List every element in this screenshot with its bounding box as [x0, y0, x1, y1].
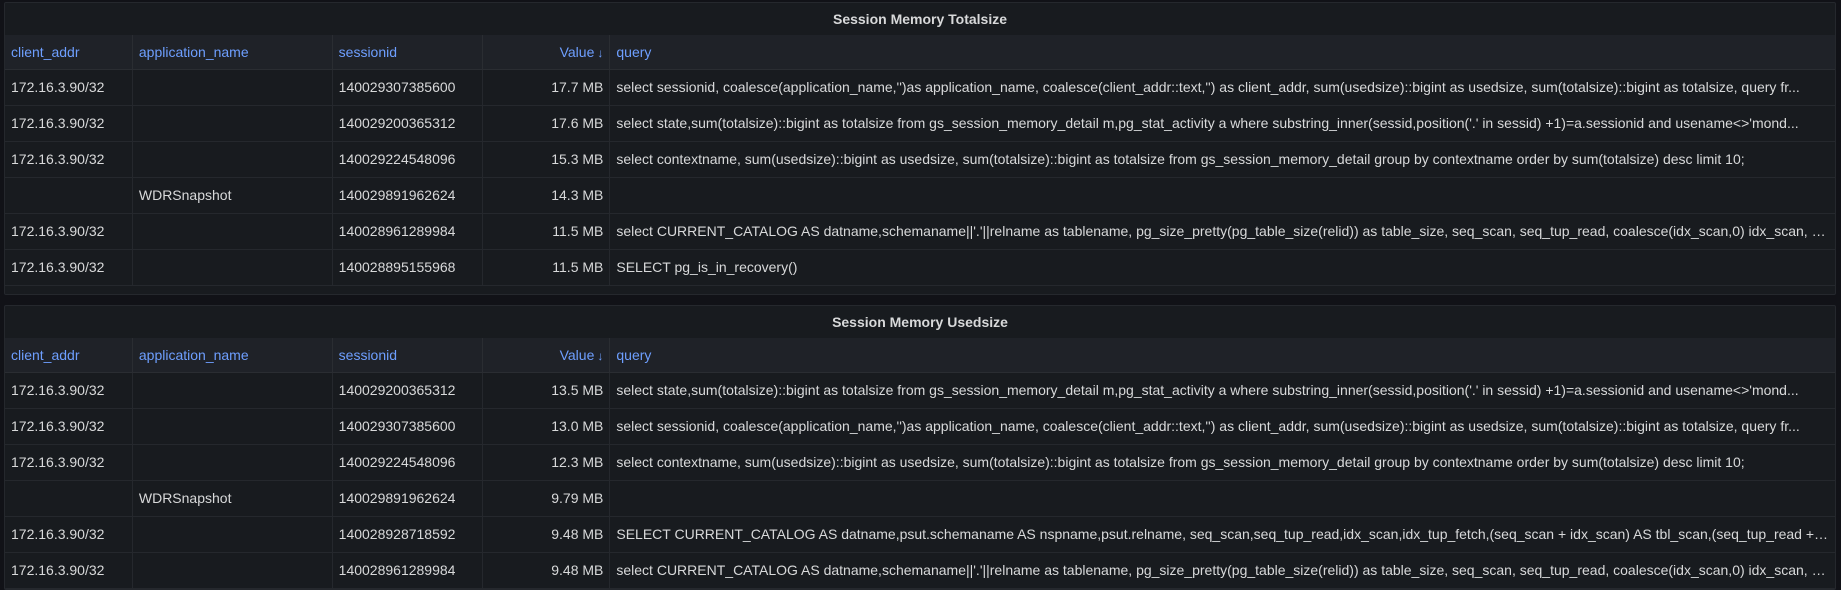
- query-cell: select state,sum(totalsize)::bigint as t…: [616, 115, 1799, 131]
- client-addr-cell: 172.16.3.90/32: [5, 409, 133, 444]
- column-header-client-addr[interactable]: client_addr: [5, 338, 133, 372]
- application-name-cell: WDRSnapshot: [133, 481, 333, 516]
- sessionid-cell: 140029307385600: [333, 70, 483, 105]
- table-row: 172.16.3.90/32 140029224548096 15.3 MB sele…: [5, 142, 1835, 178]
- query-cell: select state,sum(totalsize)::bigint as t…: [616, 382, 1799, 398]
- application-name-cell: [133, 445, 333, 480]
- application-name-cell: [133, 214, 333, 249]
- query-cell: [610, 481, 1835, 516]
- table-body: 172.16.3.90/32 140029200365312 13.5 MB sele…: [5, 373, 1835, 589]
- client-addr-cell: 172.16.3.90/32: [5, 214, 133, 249]
- table-row: 172.16.3.90/32 140029200365312 17.6 MB sele…: [5, 106, 1835, 142]
- client-addr-cell: 172.16.3.90/32: [5, 445, 133, 480]
- table-body: 172.16.3.90/32 140029307385600 17.7 MB sele…: [5, 70, 1835, 286]
- session-memory-usedsize-panel: Session Memory Usedsize client_addr appl…: [4, 305, 1836, 590]
- table-row: 172.16.3.90/32 140029224548096 12.3 MB sele…: [5, 445, 1835, 481]
- query-cell: select sessionid, coalesce(application_n…: [616, 79, 1800, 95]
- sessionid-cell: 140029891962624: [333, 481, 483, 516]
- column-header-query[interactable]: query: [610, 35, 1835, 69]
- value-cell: 9.48 MB: [483, 553, 611, 588]
- value-cell: 13.0 MB: [483, 409, 611, 444]
- value-cell: 15.3 MB: [483, 142, 611, 177]
- application-name-cell: [133, 70, 333, 105]
- value-cell: 14.3 MB: [483, 178, 611, 213]
- table-header: client_addr application_name sessionid V…: [5, 35, 1835, 70]
- application-name-cell: [133, 250, 333, 285]
- value-cell: 17.6 MB: [483, 106, 611, 141]
- client-addr-cell: 172.16.3.90/32: [5, 517, 133, 552]
- value-cell: 11.5 MB: [483, 250, 611, 285]
- sort-descending-icon: ↓: [597, 349, 604, 363]
- value-cell: 12.3 MB: [483, 445, 611, 480]
- application-name-cell: [133, 517, 333, 552]
- query-cell: SELECT CURRENT_CATALOG AS datname,psut.s…: [616, 526, 1835, 542]
- column-header-value-label: Value: [559, 44, 595, 60]
- sessionid-cell: 140029200365312: [333, 373, 483, 408]
- sessionid-cell: 140029307385600: [333, 409, 483, 444]
- table-row: 172.16.3.90/32 140028961289984 9.48 MB sele…: [5, 553, 1835, 589]
- client-addr-cell: 172.16.3.90/32: [5, 553, 133, 588]
- sessionid-cell: 140028928718592: [333, 517, 483, 552]
- application-name-cell: [133, 142, 333, 177]
- query-cell: select contextname, sum(usedsize)::bigin…: [616, 151, 1745, 167]
- column-header-application-name[interactable]: application_name: [133, 338, 333, 372]
- sessionid-cell: 140029224548096: [333, 445, 483, 480]
- sessionid-cell: 140028961289984: [333, 214, 483, 249]
- table-header: client_addr application_name sessionid V…: [5, 338, 1835, 373]
- table-row: WDRSnapshot 140029891962624 9.79 MB: [5, 481, 1835, 517]
- session-memory-totalsize-panel: Session Memory Totalsize client_addr app…: [4, 2, 1836, 295]
- column-header-client-addr[interactable]: client_addr: [5, 35, 133, 69]
- application-name-cell: [133, 409, 333, 444]
- column-header-query[interactable]: query: [610, 338, 1835, 372]
- application-name-cell: [133, 106, 333, 141]
- query-cell: SELECT pg_is_in_recovery(): [616, 259, 798, 275]
- query-cell: select CURRENT_CATALOG AS datname,schema…: [616, 562, 1831, 578]
- sessionid-cell: 140029200365312: [333, 106, 483, 141]
- column-header-value[interactable]: Value ↓: [483, 338, 611, 372]
- client-addr-cell: 172.16.3.90/32: [5, 70, 133, 105]
- table-row: 172.16.3.90/32 140028928718592 9.48 MB SELE…: [5, 517, 1835, 553]
- panel-title[interactable]: Session Memory Totalsize: [5, 3, 1835, 35]
- panel-title[interactable]: Session Memory Usedsize: [5, 306, 1835, 338]
- application-name-cell: [133, 373, 333, 408]
- query-cell: [610, 178, 1835, 213]
- sort-descending-icon: ↓: [597, 46, 604, 60]
- sessionid-cell: 140028895155968: [333, 250, 483, 285]
- client-addr-cell: 172.16.3.90/32: [5, 106, 133, 141]
- client-addr-cell: 172.16.3.90/32: [5, 250, 133, 285]
- column-header-value[interactable]: Value ↓: [483, 35, 611, 69]
- column-header-sessionid[interactable]: sessionid: [333, 35, 483, 69]
- application-name-cell: WDRSnapshot: [133, 178, 333, 213]
- client-addr-cell: [5, 178, 133, 213]
- column-header-value-label: Value: [559, 347, 595, 363]
- column-header-application-name[interactable]: application_name: [133, 35, 333, 69]
- sessionid-cell: 140029891962624: [333, 178, 483, 213]
- client-addr-cell: 172.16.3.90/32: [5, 373, 133, 408]
- value-cell: 13.5 MB: [483, 373, 611, 408]
- column-header-sessionid[interactable]: sessionid: [333, 338, 483, 372]
- query-cell: select contextname, sum(usedsize)::bigin…: [616, 454, 1745, 470]
- query-cell: select sessionid, coalesce(application_n…: [616, 418, 1800, 434]
- sessionid-cell: 140028961289984: [333, 553, 483, 588]
- client-addr-cell: [5, 481, 133, 516]
- table-row: WDRSnapshot 140029891962624 14.3 MB: [5, 178, 1835, 214]
- client-addr-cell: 172.16.3.90/32: [5, 142, 133, 177]
- table-row: 172.16.3.90/32 140029307385600 13.0 MB sele…: [5, 409, 1835, 445]
- table-row: 172.16.3.90/32 140029200365312 13.5 MB sele…: [5, 373, 1835, 409]
- sessionid-cell: 140029224548096: [333, 142, 483, 177]
- value-cell: 17.7 MB: [483, 70, 611, 105]
- value-cell: 9.79 MB: [483, 481, 611, 516]
- table-row: 172.16.3.90/32 140029307385600 17.7 MB sele…: [5, 70, 1835, 106]
- query-cell: select CURRENT_CATALOG AS datname,schema…: [616, 223, 1831, 239]
- table-row: 172.16.3.90/32 140028961289984 11.5 MB sele…: [5, 214, 1835, 250]
- application-name-cell: [133, 553, 333, 588]
- value-cell: 11.5 MB: [483, 214, 611, 249]
- value-cell: 9.48 MB: [483, 517, 611, 552]
- table-row: 172.16.3.90/32 140028895155968 11.5 MB SELE…: [5, 250, 1835, 286]
